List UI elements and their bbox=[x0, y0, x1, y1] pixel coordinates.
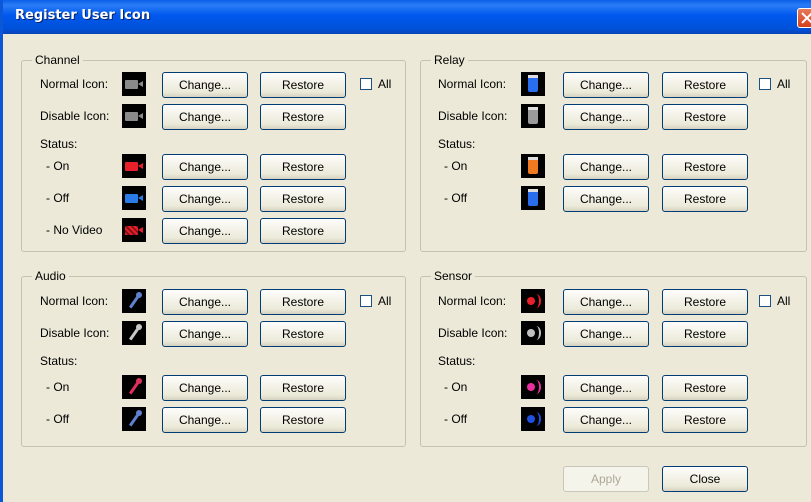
audio-group-label: Audio bbox=[32, 269, 69, 283]
audio-normal-label: Normal Icon: bbox=[40, 294, 109, 308]
sensor-pink-icon bbox=[521, 375, 545, 399]
all-label: All bbox=[378, 77, 392, 91]
audio-disable-change-button[interactable]: Change... bbox=[162, 321, 248, 347]
sensor-blue-icon bbox=[521, 407, 545, 431]
audio-disable-restore-button[interactable]: Restore bbox=[260, 321, 346, 347]
relay-on-restore-button[interactable]: Restore bbox=[662, 154, 748, 180]
checkbox-box[interactable] bbox=[759, 295, 771, 307]
relay-off-restore-button[interactable]: Restore bbox=[662, 186, 748, 212]
channel-novideo-change-button[interactable]: Change... bbox=[162, 218, 248, 244]
sensor-disable-change-button[interactable]: Change... bbox=[563, 321, 649, 347]
apply-button[interactable]: Apply bbox=[563, 466, 649, 492]
channel-disable-label: Disable Icon: bbox=[40, 109, 110, 123]
channel-group-label: Channel bbox=[32, 53, 83, 67]
register-user-icon-dialog: Register User Icon Channel Normal Icon: … bbox=[0, 0, 811, 502]
channel-novideo-restore-button[interactable]: Restore bbox=[260, 218, 346, 244]
camera-gray-icon bbox=[122, 72, 146, 96]
sensor-normal-restore-button[interactable]: Restore bbox=[662, 289, 748, 315]
channel-normal-change-button[interactable]: Change... bbox=[162, 72, 248, 98]
channel-disable-change-button[interactable]: Change... bbox=[162, 104, 248, 130]
channel-off-change-button[interactable]: Change... bbox=[162, 186, 248, 212]
sensor-normal-label: Normal Icon: bbox=[438, 294, 507, 308]
relay-all-checkbox[interactable]: All bbox=[759, 77, 790, 91]
sensor-on-label: - On bbox=[444, 380, 468, 394]
checkbox-box[interactable] bbox=[360, 295, 372, 307]
all-label: All bbox=[378, 294, 392, 308]
channel-disable-restore-button[interactable]: Restore bbox=[260, 104, 346, 130]
relay-blue-icon bbox=[521, 72, 545, 96]
relay-group-label: Relay bbox=[431, 53, 468, 67]
channel-normal-restore-button[interactable]: Restore bbox=[260, 72, 346, 98]
audio-normal-restore-button[interactable]: Restore bbox=[260, 289, 346, 315]
relay-off-label: - Off bbox=[444, 191, 468, 205]
audio-normal-change-button[interactable]: Change... bbox=[162, 289, 248, 315]
channel-all-checkbox[interactable]: All bbox=[360, 77, 391, 91]
relay-disable-label: Disable Icon: bbox=[438, 109, 508, 123]
microphone-blue-icon bbox=[122, 289, 146, 313]
relay-normal-label: Normal Icon: bbox=[438, 77, 507, 91]
sensor-gray-icon bbox=[521, 321, 545, 345]
channel-status-label: Status: bbox=[40, 137, 78, 151]
audio-disable-label: Disable Icon: bbox=[40, 326, 110, 340]
sensor-on-restore-button[interactable]: Restore bbox=[662, 375, 748, 401]
relay-disable-restore-button[interactable]: Restore bbox=[662, 104, 748, 130]
channel-on-change-button[interactable]: Change... bbox=[162, 154, 248, 180]
sensor-status-label: Status: bbox=[438, 354, 476, 368]
window-title: Register User Icon bbox=[15, 8, 151, 23]
relay-normal-restore-button[interactable]: Restore bbox=[662, 72, 748, 98]
close-button[interactable]: Close bbox=[662, 466, 748, 492]
relay-on-change-button[interactable]: Change... bbox=[563, 154, 649, 180]
relay-status-label: Status: bbox=[438, 137, 476, 151]
sensor-disable-label: Disable Icon: bbox=[438, 326, 508, 340]
audio-on-label: - On bbox=[46, 380, 70, 394]
audio-off-label: - Off bbox=[46, 412, 70, 426]
channel-normal-label: Normal Icon: bbox=[40, 77, 109, 91]
sensor-normal-change-button[interactable]: Change... bbox=[563, 289, 649, 315]
sensor-red-icon bbox=[521, 289, 545, 313]
relay-orange-icon bbox=[521, 154, 545, 178]
camera-red-icon bbox=[122, 154, 146, 178]
audio-on-change-button[interactable]: Change... bbox=[162, 375, 248, 401]
relay-normal-change-button[interactable]: Change... bbox=[563, 72, 649, 98]
sensor-group-label: Sensor bbox=[431, 269, 476, 283]
relay-on-label: - On bbox=[444, 159, 468, 173]
camera-blue-icon bbox=[122, 186, 146, 210]
sensor-off-label: - Off bbox=[444, 412, 468, 426]
sensor-all-checkbox[interactable]: All bbox=[759, 294, 790, 308]
audio-all-checkbox[interactable]: All bbox=[360, 294, 391, 308]
sensor-off-restore-button[interactable]: Restore bbox=[662, 407, 748, 433]
title-bar[interactable]: Register User Icon bbox=[3, 0, 811, 34]
camera-gray-icon bbox=[122, 104, 146, 128]
relay-disable-change-button[interactable]: Change... bbox=[563, 104, 649, 130]
microphone-red-icon bbox=[122, 375, 146, 399]
relay-gray-icon bbox=[521, 104, 545, 128]
camera-red-striped-icon bbox=[122, 218, 146, 242]
close-window-button[interactable] bbox=[797, 8, 811, 28]
audio-off-change-button[interactable]: Change... bbox=[162, 407, 248, 433]
all-label: All bbox=[777, 77, 791, 91]
audio-on-restore-button[interactable]: Restore bbox=[260, 375, 346, 401]
channel-novideo-label: - No Video bbox=[46, 223, 103, 237]
relay-blue-icon bbox=[521, 186, 545, 210]
microphone-blue-icon bbox=[122, 407, 146, 431]
channel-off-label: - Off bbox=[46, 191, 70, 205]
microphone-gray-icon bbox=[122, 321, 146, 345]
channel-on-label: - On bbox=[46, 159, 70, 173]
audio-off-restore-button[interactable]: Restore bbox=[260, 407, 346, 433]
channel-on-restore-button[interactable]: Restore bbox=[260, 154, 346, 180]
sensor-on-change-button[interactable]: Change... bbox=[563, 375, 649, 401]
checkbox-box[interactable] bbox=[759, 78, 771, 90]
sensor-off-change-button[interactable]: Change... bbox=[563, 407, 649, 433]
all-label: All bbox=[777, 294, 791, 308]
audio-status-label: Status: bbox=[40, 354, 78, 368]
sensor-disable-restore-button[interactable]: Restore bbox=[662, 321, 748, 347]
channel-off-restore-button[interactable]: Restore bbox=[260, 186, 346, 212]
relay-off-change-button[interactable]: Change... bbox=[563, 186, 649, 212]
checkbox-box[interactable] bbox=[360, 78, 372, 90]
